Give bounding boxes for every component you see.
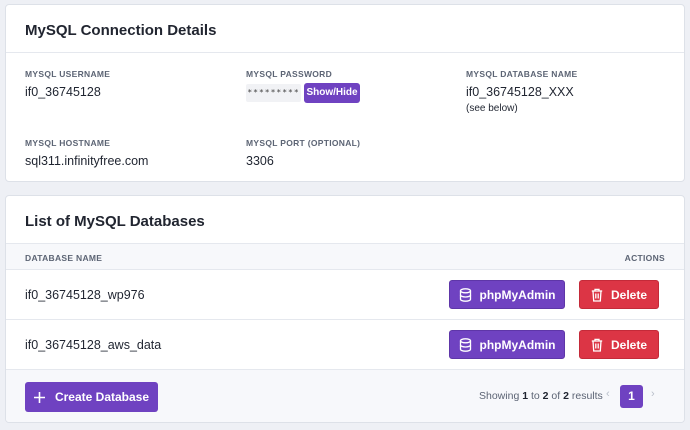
- hostname-label: MYSQL HOSTNAME: [25, 138, 111, 148]
- database-name-label: MYSQL DATABASE NAME: [466, 69, 578, 79]
- phpmyadmin-button[interactable]: phpMyAdmin: [449, 330, 565, 359]
- table-footer: Create Database Showing 1 to 2 of 2 resu…: [6, 370, 684, 422]
- port-label: MYSQL PORT (OPTIONAL): [246, 138, 361, 148]
- database-icon: [459, 337, 471, 352]
- port-value: 3306: [246, 154, 274, 168]
- plus-icon: [33, 391, 45, 403]
- trash-icon: [591, 288, 603, 302]
- database-list-card: List of MySQL Databases DATABASE NAME AC…: [5, 195, 685, 423]
- delete-button-label: Delete: [610, 337, 648, 352]
- delete-button[interactable]: Delete: [579, 280, 659, 309]
- column-header-actions: ACTIONS: [624, 253, 665, 263]
- phpmyadmin-button-label: phpMyAdmin: [479, 337, 556, 352]
- pagination-summary: Showing 1 to 2 of 2 results: [479, 390, 603, 402]
- create-database-label: Create Database: [54, 390, 150, 404]
- trash-icon: [591, 338, 603, 352]
- hostname-value: sql311.infinityfree.com: [25, 154, 149, 168]
- table-row: if0_36745128_wp976 phpMyAdmin Delete: [6, 270, 684, 320]
- phpmyadmin-button[interactable]: phpMyAdmin: [449, 280, 565, 309]
- database-name-cell: if0_36745128_wp976: [25, 288, 145, 302]
- table-row: if0_36745128_aws_data phpMyAdmin Delete: [6, 320, 684, 370]
- card-header-divider: [6, 52, 684, 53]
- pagination-page-1[interactable]: 1: [620, 385, 643, 408]
- show-hide-password-button[interactable]: Show/Hide: [304, 83, 360, 103]
- delete-button-label: Delete: [610, 287, 648, 302]
- phpmyadmin-button-label: phpMyAdmin: [479, 287, 556, 302]
- database-name-value: if0_36745128_XXX: [466, 85, 574, 99]
- password-label: MYSQL PASSWORD: [246, 69, 333, 79]
- pagination-previous[interactable]: ‹: [606, 388, 610, 400]
- username-value: if0_36745128: [25, 85, 101, 99]
- password-masked-value: *********: [246, 84, 301, 102]
- connection-details-card: MySQL Connection Details MYSQL USERNAME …: [5, 4, 685, 182]
- connection-details-title: MySQL Connection Details: [25, 22, 217, 39]
- database-icon: [459, 287, 471, 302]
- table-header: DATABASE NAME ACTIONS: [6, 243, 684, 270]
- column-header-database-name: DATABASE NAME: [25, 253, 103, 263]
- database-list-title: List of MySQL Databases: [25, 213, 205, 230]
- database-name-cell: if0_36745128_aws_data: [25, 338, 162, 352]
- create-database-button[interactable]: Create Database: [25, 382, 158, 412]
- pagination-next[interactable]: ›: [651, 388, 655, 400]
- delete-button[interactable]: Delete: [579, 330, 659, 359]
- database-name-note: (see below): [466, 103, 518, 114]
- username-label: MYSQL USERNAME: [25, 69, 111, 79]
